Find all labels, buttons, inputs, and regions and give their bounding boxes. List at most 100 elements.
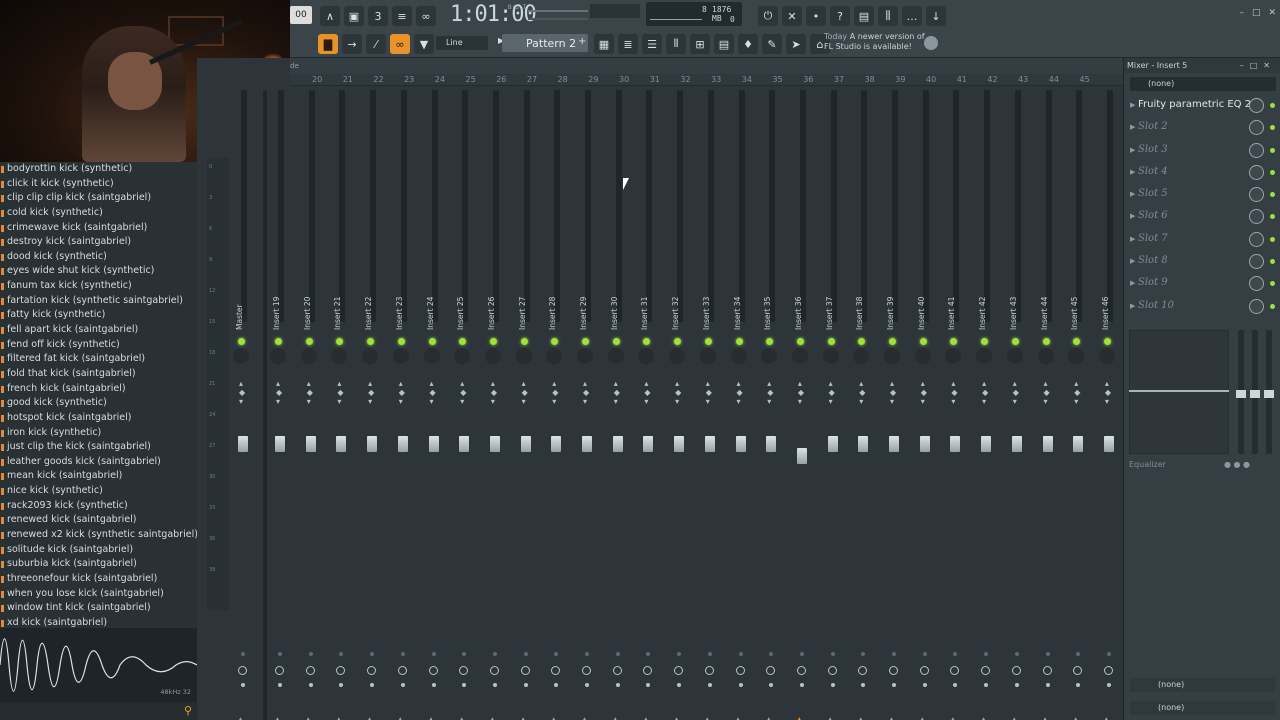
fx-dot[interactable]	[984, 652, 989, 656]
small-dot[interactable]	[830, 683, 835, 687]
slot-mix-knob[interactable]	[1249, 142, 1264, 158]
mute-led[interactable]	[489, 338, 497, 345]
record-arm-icon[interactable]	[275, 666, 284, 675]
stereo-sep-icon[interactable]: ▴ ◆ ▾	[522, 379, 528, 406]
volume-fader[interactable]	[643, 436, 654, 452]
small-dot[interactable]	[339, 683, 344, 687]
fx-dot[interactable]	[830, 652, 835, 656]
volume-fader[interactable]	[858, 436, 869, 452]
pan-knob[interactable]	[577, 348, 593, 364]
eq-handle-mid[interactable]	[1250, 390, 1260, 398]
fx-dot[interactable]	[922, 652, 927, 656]
pan-knob[interactable]	[945, 348, 962, 364]
mute-led[interactable]	[950, 338, 958, 345]
browser-item[interactable]: renewed x2 kick (synthetic saintgabriel)	[0, 528, 197, 543]
fx-dot[interactable]	[892, 652, 896, 656]
mixer-strip[interactable]: Insert 28 ▴◆▾ ▲	[542, 90, 570, 720]
pan-knob[interactable]	[270, 348, 286, 364]
browser-item[interactable]: threeonefour kick (saintgabriel)	[0, 572, 197, 587]
stereo-sep-icon[interactable]: ▴ ◆ ▾	[1044, 379, 1050, 406]
record-arm-icon[interactable]	[735, 666, 745, 675]
browser-item[interactable]: good kick (synthetic)	[0, 396, 197, 411]
stereo-sep-icon[interactable]: ▴ ◆ ▾	[460, 379, 466, 406]
mixer-strip[interactable]: Insert 46 ▴◆▾ ▲	[1095, 90, 1123, 720]
mixer-strip[interactable]: Insert 38 ▴◆▾ ▲	[849, 90, 877, 720]
pan-knob[interactable]	[761, 348, 778, 364]
cpu-monitor[interactable]: 8 1876 MB 0	[646, 2, 742, 26]
fx-dot[interactable]	[738, 652, 743, 656]
pan-knob[interactable]	[515, 348, 532, 364]
pan-knob[interactable]	[1098, 348, 1115, 364]
fx-dot[interactable]	[677, 652, 682, 656]
pan-knob[interactable]	[853, 348, 870, 364]
record-arm-icon[interactable]	[238, 666, 247, 675]
help-icon[interactable]: ?	[830, 6, 850, 26]
mute-led[interactable]	[367, 338, 375, 345]
small-dot[interactable]	[400, 683, 405, 687]
stereo-sep-icon[interactable]: ▴ ◆ ▾	[337, 379, 343, 406]
slot-mix-knob[interactable]	[1249, 98, 1264, 113]
fx-dot[interactable]	[1106, 652, 1111, 656]
stereo-sep-icon[interactable]: ▴ ◆ ▾	[1105, 379, 1111, 406]
mute-led[interactable]	[397, 338, 405, 345]
volume-fader[interactable]	[796, 448, 807, 464]
pan-knob[interactable]	[362, 348, 379, 364]
fx-dot[interactable]	[462, 652, 467, 656]
mixer-strip[interactable]: Insert 40 ▴◆▾ ▲	[911, 90, 939, 720]
slot-mix-knob[interactable]	[1249, 187, 1264, 203]
blend-notes-icon[interactable]: ≡	[392, 6, 412, 26]
mute-led[interactable]	[827, 338, 835, 345]
fx-dot[interactable]	[1045, 652, 1050, 656]
playlist-ruler[interactable]: 20 21 22 23 24 25 26 27 28 29 30 31 32 33 34 35 36 37 38 39…	[290, 74, 1123, 86]
browser-item[interactable]: click it kick (synthetic)	[0, 177, 197, 192]
mute-led[interactable]	[1073, 338, 1081, 345]
stereo-sep-icon[interactable]: ▴ ◆ ▾	[921, 379, 927, 406]
route-arrow-icon[interactable]: ▲	[765, 716, 772, 720]
fx-dot[interactable]	[585, 652, 589, 656]
fx-dot[interactable]	[278, 652, 282, 656]
save-icon[interactable]: ▤	[854, 6, 874, 26]
panel-window-controls[interactable]: –□✕	[1240, 58, 1276, 73]
mixer-strip[interactable]: Insert 33 ▴◆▾ ▲	[696, 90, 724, 720]
volume-fader[interactable]	[1103, 436, 1114, 452]
volume-fader[interactable]	[889, 436, 899, 452]
route-arrow-icon[interactable]: ▲	[796, 716, 803, 720]
eq-display[interactable]	[1129, 330, 1229, 454]
stereo-sep-icon[interactable]: ▴ ◆ ▾	[859, 379, 865, 406]
record-arm-icon[interactable]	[827, 666, 837, 675]
route-arrow-icon[interactable]: ▲	[581, 716, 588, 720]
record-arm-icon[interactable]	[981, 666, 991, 675]
fx-dot[interactable]	[339, 652, 344, 656]
fx-dot[interactable]	[241, 652, 245, 656]
piano-roll-icon[interactable]: ≣	[618, 34, 638, 54]
stereo-sep-icon[interactable]: ▴ ◆ ▾	[890, 379, 896, 406]
route-arrow-icon[interactable]: ▲	[919, 716, 926, 720]
effect-slot[interactable]: ▶ Slot 8	[1128, 251, 1276, 273]
mixer-strip[interactable]: Insert 41 ▴◆▾ ▲	[941, 90, 969, 720]
mixer-strip[interactable]: Insert 23 ▴◆▾ ▲	[389, 90, 417, 720]
eq-sliders[interactable]	[1234, 330, 1278, 454]
master-volume-slider[interactable]	[528, 10, 588, 12]
effect-slot[interactable]: ▶ Slot 10	[1128, 296, 1276, 318]
record-arm-icon[interactable]	[336, 666, 346, 675]
slot-mix-knob[interactable]	[1249, 120, 1264, 136]
record-arm-icon[interactable]	[489, 666, 499, 675]
minimize-icon[interactable]: –	[1239, 8, 1244, 18]
route-arrow-icon[interactable]: ▲	[949, 716, 956, 720]
stereo-sep-icon[interactable]: ▴ ◆ ▾	[399, 379, 405, 406]
record-arm-icon[interactable]	[1103, 666, 1113, 675]
volume-fader[interactable]	[397, 436, 408, 452]
route-arrow-icon[interactable]: ▲	[1072, 716, 1079, 720]
output-selector-2[interactable]: (none)	[1130, 701, 1275, 715]
input-selector[interactable]: (none)	[1130, 77, 1276, 91]
stereo-sep-icon[interactable]: ▴ ◆ ▾	[644, 379, 650, 406]
fx-dot[interactable]	[646, 652, 651, 656]
fx-dot[interactable]	[707, 652, 712, 656]
power-icon[interactable]: ⏻	[758, 6, 778, 26]
route-arrow-icon[interactable]: ▲	[305, 716, 312, 720]
browser-item[interactable]: suburbia kick (saintgabriel)	[0, 557, 197, 572]
mute-led[interactable]	[1103, 338, 1111, 345]
fx-dot[interactable]	[769, 652, 774, 656]
slot-mix-knob[interactable]	[1249, 209, 1264, 225]
mute-led[interactable]	[643, 338, 651, 345]
